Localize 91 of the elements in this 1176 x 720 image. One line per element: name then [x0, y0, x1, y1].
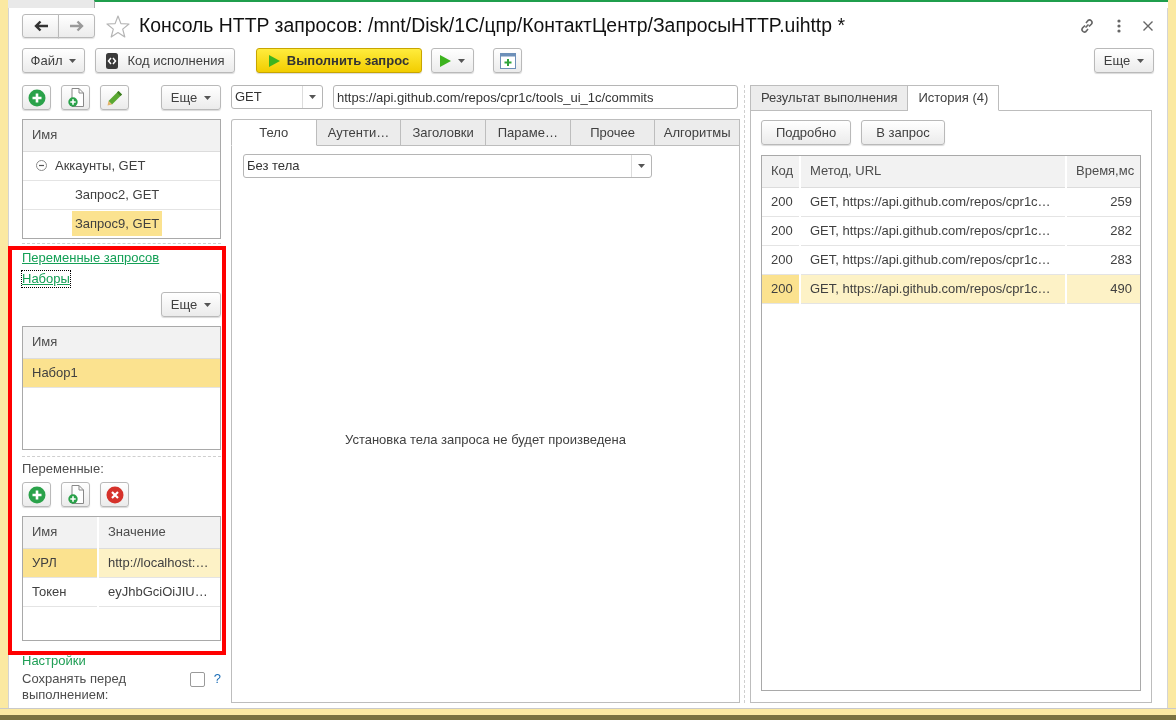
link-icon[interactable] [1079, 18, 1095, 34]
table-cell: GET, https://api.github.com/repos/cpr1c… [800, 216, 1066, 245]
table-row[interactable]: 200 GET, https://api.github.com/repos/cpr1c… 282 [762, 216, 1140, 245]
edit-button[interactable] [100, 85, 129, 110]
table-cell: 200 [762, 187, 800, 216]
table-row[interactable]: УРЛ http://localhost:… [23, 548, 220, 577]
caret-icon [69, 58, 77, 63]
tree-item[interactable]: Запрос9, GET [72, 211, 163, 236]
caret-icon [309, 95, 316, 99]
link[interactable]: Наборы [22, 271, 70, 287]
url-field[interactable]: https://api.github.com/repos/cpr1c/tools_ui_1c/commits [333, 85, 738, 109]
window-title: Консоль HTTP запросов: /mnt/Disk/1C/цпр/КонтактЦентр/ЗапросыHTTP.uihttp * [139, 14, 845, 38]
star-icon[interactable] [106, 14, 130, 38]
play-icon [268, 54, 280, 67]
caret-icon [204, 302, 212, 307]
more-button[interactable]: Еще [161, 85, 221, 110]
tab[interactable]: Результат выполнения [750, 85, 909, 111]
table-row[interactable]: Набор1 [23, 358, 220, 387]
body-note: Установка тела запроса не будет произведена [345, 432, 626, 448]
action-button[interactable]: В запрос [861, 120, 945, 145]
forward-icon [69, 20, 84, 32]
table-cell: 283 [1066, 245, 1140, 274]
action-button[interactable]: Подробно [761, 120, 852, 145]
copy-button[interactable] [61, 482, 90, 507]
column-header: Имя [23, 517, 98, 548]
add-form-button[interactable] [493, 48, 522, 73]
back-button[interactable] [22, 14, 59, 38]
table-row[interactable]: 200 GET, https://api.github.com/repos/cpr1c… 259 [762, 187, 1140, 216]
column-header: Код [762, 156, 800, 187]
cross-circle-icon [105, 485, 124, 504]
table-cell: eyJhbGciOiJIU… [98, 577, 220, 606]
tab[interactable]: Аутенти… [316, 119, 402, 146]
help-link[interactable]: ? [213, 671, 221, 687]
menu-button[interactable]: Файл [22, 48, 85, 73]
column-header: Значение [98, 517, 220, 548]
tab[interactable]: Алгоритмы [655, 119, 741, 146]
table-cell: 200 [762, 274, 800, 303]
body-type-select[interactable]: Без тела [243, 154, 652, 178]
table-cell: 490 [1066, 274, 1140, 303]
caret-icon [1137, 58, 1145, 63]
delete-button[interactable] [100, 482, 129, 507]
column-header: Имя [23, 327, 220, 358]
close-icon[interactable] [1143, 21, 1153, 31]
table-cell: 259 [1066, 187, 1140, 216]
checkbox[interactable] [189, 672, 205, 687]
add-button[interactable] [22, 85, 51, 110]
document-plus-icon [67, 485, 84, 504]
caret-icon [458, 58, 465, 63]
section-label: Переменные: [22, 461, 105, 476]
table-cell: 282 [1066, 216, 1140, 245]
caret-icon [638, 164, 645, 168]
more-icon[interactable] [1117, 19, 1121, 33]
table-cell: GET, https://api.github.com/repos/cpr1c… [800, 274, 1066, 303]
plus-circle-icon [27, 485, 46, 504]
collapse-icon[interactable] [36, 160, 47, 171]
tree-item[interactable]: Запрос2, GET [72, 182, 163, 207]
code-brackets-icon [105, 52, 118, 69]
active-tab[interactable] [94, 0, 1168, 8]
column-header: Имя [23, 120, 220, 151]
method-select[interactable]: GET [231, 85, 323, 109]
tab[interactable]: Заголовки [401, 119, 486, 146]
back-icon [33, 20, 48, 32]
code-button[interactable]: Код исполнения [95, 48, 235, 73]
table-cell: Токен [23, 577, 98, 606]
tree-item[interactable]: Аккаунты, GET [52, 153, 149, 178]
copy-button[interactable] [61, 85, 90, 110]
add-button[interactable] [22, 482, 51, 507]
document-plus-icon [67, 88, 84, 107]
more-button[interactable]: Еще [161, 292, 221, 317]
window-plus-icon [499, 52, 516, 69]
run-button[interactable]: Выполнить запрос [256, 48, 422, 73]
table-cell: GET, https://api.github.com/repos/cpr1c… [800, 187, 1066, 216]
tab[interactable]: История (4) [908, 85, 1000, 111]
plus-circle-icon [27, 88, 46, 107]
pencil-icon [106, 89, 123, 106]
caret-icon [204, 95, 212, 100]
table-row[interactable]: Токен eyJhbGciOiJIU… [23, 577, 220, 606]
play-icon [440, 54, 451, 67]
table-cell: http://localhost:… [98, 548, 220, 577]
checkbox-label: Сохранять перед выполнением: [22, 671, 128, 703]
table-row[interactable]: 200 GET, https://api.github.com/repos/cpr1c… 490 [762, 274, 1140, 303]
tab[interactable]: Тело [231, 119, 317, 146]
more-button[interactable]: Еще [1094, 48, 1154, 73]
column-header: Время,мс [1066, 156, 1140, 187]
table-cell: УРЛ [23, 548, 98, 577]
section-title: Настройки [22, 654, 87, 668]
run-menu-button[interactable] [431, 48, 474, 73]
table-cell: 200 [762, 216, 800, 245]
column-header: Метод, URL [800, 156, 1066, 187]
tab[interactable]: Параме… [486, 119, 571, 146]
tab[interactable]: Прочее [570, 119, 656, 146]
